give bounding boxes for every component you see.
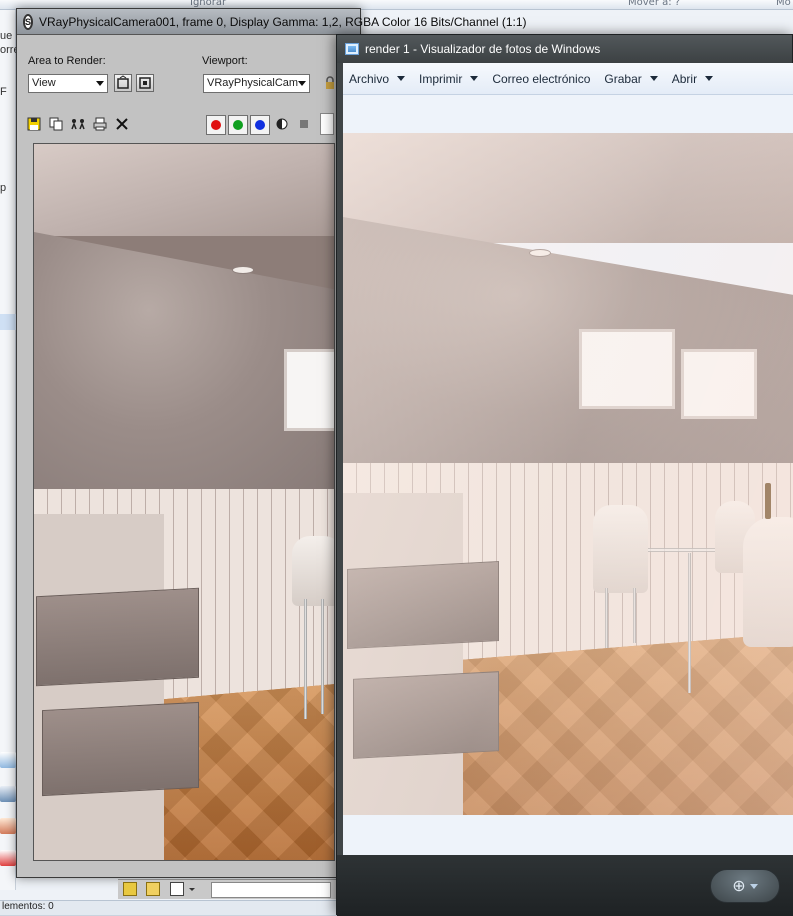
mail-icon[interactable] [0,752,16,768]
menu-correo-label: Correo electrónico [492,71,591,86]
folder-icon[interactable] [123,882,137,896]
viewport-value: VRayPhysicalCam [207,77,299,89]
viewer-window-title: render 1 - Visualizador de fotos de Wind… [365,42,601,56]
chevron-down-icon[interactable] [188,882,196,896]
area-to-render-label: Area to Render: [28,55,106,67]
alpha-channel-icon[interactable] [274,116,292,134]
chevron-down-icon [470,76,479,81]
photo-viewer-window[interactable]: render 1 - Visualizador de fotos de Wind… [336,34,793,916]
open-folder-icon[interactable] [146,882,160,896]
selected-row[interactable] [0,314,16,330]
scene-ceiling [34,144,334,236]
print-icon[interactable] [92,116,110,134]
scene-chair [593,505,648,593]
area-to-render-select[interactable]: View [28,74,108,93]
chevron-down-icon [397,76,406,81]
green-channel-icon [233,120,243,130]
region-render-icon[interactable] [114,74,132,92]
viewport-select[interactable]: VRayPhysicalCam [203,74,310,93]
ceiling-light [232,266,254,274]
crop-render-icon[interactable] [136,74,154,92]
chevron-down-icon [749,883,758,889]
save-image-icon[interactable] [26,116,44,134]
left-text-fragment: F [0,86,7,98]
zoom-icon: ⊕ [732,878,746,895]
scene-window [284,349,334,431]
scene-chair [743,517,793,647]
ceiling-light [529,249,551,257]
chevron-down-icon [705,76,714,81]
red-channel-button[interactable] [206,115,226,135]
shortcut-icon[interactable] [170,882,184,896]
chair-leg [605,588,608,648]
blue-channel-button[interactable] [250,115,270,135]
background-left-panel: ue orre F p [0,10,20,890]
chair-leg [304,599,307,719]
scene-window-left [579,329,675,409]
viewer-canvas [343,95,793,855]
viewer-render-image[interactable] [343,133,793,815]
render-scene [34,144,334,860]
chair-leg [633,588,636,643]
photo-viewer-icon [345,43,359,55]
table-leg [688,553,691,693]
left-text-fragment: p [0,182,7,194]
clear-icon[interactable] [114,116,132,134]
red-channel-icon [211,120,221,130]
vray-window-title: VRayPhysicalCamera001, frame 0, Display … [39,14,527,29]
scene-ceiling [343,133,793,243]
partition-shelf-bottom [42,701,199,797]
menu-grabar-label: Grabar [604,71,642,86]
contacts-icon[interactable] [0,818,16,834]
calendar-icon[interactable] [0,786,16,802]
monochrome-icon[interactable] [296,116,314,134]
area-to-render-value: View [32,77,56,89]
ribbon-label-fragment[interactable]: Mo [776,0,791,8]
menu-imprimir[interactable]: Imprimir [419,71,479,86]
menu-abrir[interactable]: Abrir [671,71,714,86]
chair-leg [321,599,324,714]
zoom-button[interactable]: ⊕ [710,869,780,903]
viewer-menu-bar: Archivo Imprimir Correo electrónico Grab… [343,63,793,95]
chevron-down-icon [649,76,658,81]
status-text: lementos: 0 [2,901,54,912]
partition-face [343,493,463,815]
wine-bottle [765,483,771,519]
menu-imprimir-label: Imprimir [419,71,463,86]
render-scene [343,133,793,815]
blue-channel-icon [255,120,265,130]
vray-logo-icon[interactable]: S [23,13,34,30]
ribbon-label-move[interactable]: Mover a: ? [628,0,680,8]
clone-frame-buffer-icon[interactable] [70,116,88,134]
address-field[interactable] [211,882,331,898]
viewer-control-bar: ⊕ [337,855,793,916]
menu-archivo-label: Archivo [349,71,390,86]
menu-abrir-label: Abrir [671,71,698,86]
vray-render-image [33,143,335,861]
vray-frame-buffer-window[interactable]: S VRayPhysicalCamera001, frame 0, Displa… [16,8,527,878]
menu-correo-electronico[interactable]: Correo electrónico [492,72,590,86]
lower-toolbar [118,879,336,899]
partition-shelf-top [36,587,199,687]
scene-chair [292,536,334,606]
menu-archivo[interactable]: Archivo [349,71,406,86]
scene-window-right [681,349,757,419]
viewport-label: Viewport: [202,55,248,67]
swatch-white[interactable] [320,113,334,135]
scene-wall [343,217,793,477]
viewer-title-bar[interactable]: render 1 - Visualizador de fotos de Wind… [337,35,792,63]
chevron-down-icon [298,81,306,86]
tasks-check-icon[interactable] [0,850,16,866]
partition-shelf-bottom [353,671,499,759]
ribbon-label-ignore[interactable]: Ignorar [190,0,226,8]
chevron-down-icon [96,81,104,86]
vray-title-bar[interactable]: S VRayPhysicalCamera001, frame 0, Displa… [17,9,527,35]
left-text-fragment: ue [0,30,13,42]
menu-grabar[interactable]: Grabar [604,71,658,86]
copy-image-icon[interactable] [48,116,66,134]
vray-window-body: Area to Render: View Viewport: VRayPhysi… [17,35,360,877]
partition-shelf-top [347,561,499,649]
green-channel-button[interactable] [228,115,248,135]
partition-face [34,514,164,860]
